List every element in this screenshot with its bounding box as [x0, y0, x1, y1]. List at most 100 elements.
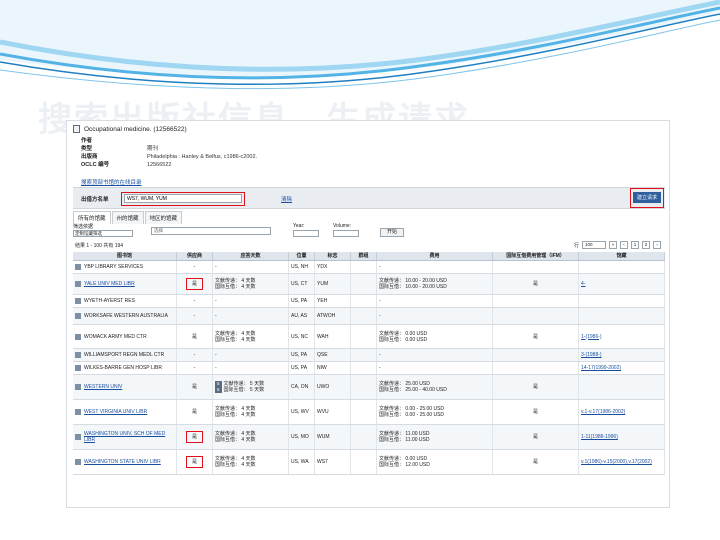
- supplier-highlight: 是: [185, 278, 203, 290]
- library-name[interactable]: WASHINGTON UNIV, SCH OF MED LIBR: [84, 431, 174, 443]
- clear-link[interactable]: 清除: [281, 195, 292, 203]
- filter-option-select[interactable]: 选择: [151, 227, 271, 235]
- symbol-cell: YEH: [315, 295, 351, 307]
- meta-row: 出版商 Philadelphia : Hanley & Belfus, c1986…: [81, 153, 381, 161]
- symbol-cell: WVU: [315, 400, 351, 424]
- results-count: 结果 1 - 100 共有 194: [75, 243, 124, 249]
- library-name[interactable]: WASHINGTON STATE UNIV LIBR: [84, 459, 161, 465]
- create-request-button[interactable]: 建立请求: [633, 192, 661, 203]
- column-header[interactable]: 标志: [315, 252, 351, 260]
- location-cell: CA, ON: [289, 375, 315, 399]
- library-icon: [75, 313, 81, 319]
- holdings-table: YBP LIBRARY SERVICES - - US, NH YDX - YA…: [73, 261, 665, 475]
- column-header[interactable]: 群组: [351, 252, 377, 260]
- loan-line: -: [215, 352, 217, 358]
- fee-cell: -: [377, 295, 493, 307]
- supplier-cell: -: [177, 295, 213, 307]
- holdings-link[interactable]: 4-: [581, 281, 585, 287]
- table-row: WILKES-BARRE GEN HOSP LIBR - - US, PA NI…: [73, 362, 665, 375]
- table-row: WASHINGTON STATE UNIV LIBR 是 文献传递： 4 天数国…: [73, 450, 665, 475]
- column-header[interactable]: 应答天数: [213, 252, 289, 260]
- volume-label: Volume:: [333, 223, 352, 229]
- ifm-cell: 是: [493, 425, 579, 449]
- holdings-cell: [579, 308, 665, 324]
- next-page-icon[interactable]: ›: [653, 241, 661, 249]
- supplier-cell: -: [177, 349, 213, 361]
- holdings-link[interactable]: v.1-v.17(1986-2002): [581, 409, 625, 415]
- ifm-cell: 是: [493, 450, 579, 474]
- loan-line: -: [215, 298, 217, 304]
- go-button[interactable]: 开始: [380, 228, 404, 237]
- holdings-cell: 3-(1988-): [579, 349, 665, 361]
- column-header[interactable]: 馆藏: [579, 252, 665, 260]
- column-header[interactable]: 位置: [289, 252, 315, 260]
- fee-line: 国际互借： 0.00 USD: [379, 336, 428, 343]
- year-input[interactable]: [293, 230, 319, 237]
- response-days-cell: 5 文献传递： 5 天数 5 国际互借： 5 天数: [213, 375, 289, 399]
- response-days-cell: -: [213, 349, 289, 361]
- document-icon: [73, 125, 80, 133]
- supplier-cell: 是: [177, 450, 213, 474]
- library-name[interactable]: WEST VIRGINIA UNIV LIBR: [84, 409, 147, 415]
- column-header[interactable]: 费用: [377, 252, 493, 260]
- symbol-cell: YDX: [315, 261, 351, 273]
- holdings-cell: 1-11(1986-1996): [579, 425, 665, 449]
- response-days-cell: -: [213, 362, 289, 374]
- holdings-link[interactable]: 1-(1986-): [581, 334, 602, 340]
- location-cell: US, NC: [289, 325, 315, 348]
- fee-line: -: [379, 352, 381, 358]
- symbol-cell: QSE: [315, 349, 351, 361]
- holdings-link[interactable]: 1-11(1986-1996): [581, 434, 618, 440]
- holdings-link[interactable]: 14-17(1999-2002): [581, 365, 621, 371]
- table-row: WESTERN UNIV 是 5 文献传递： 5 天数 5 国际互借： 5 天数 CA…: [73, 375, 665, 400]
- response-days-cell: 文献传递： 4 天数 国际互借： 4 天数: [213, 274, 289, 294]
- library-icon: [75, 333, 81, 340]
- supplier-cell: -: [177, 362, 213, 374]
- column-header[interactable]: 国际互借费用管理（IFM）: [493, 252, 579, 260]
- column-header[interactable]: 供应商: [177, 252, 213, 260]
- table-row: WILLIAMSPORT REGN MEDL CTR - - US, PA QS…: [73, 349, 665, 362]
- group-cell: [351, 274, 377, 294]
- rows-label: 行: [573, 242, 579, 249]
- supplier-input[interactable]: [124, 194, 242, 203]
- loan-text: -: [215, 365, 217, 371]
- ifm-cell: 是: [493, 325, 579, 348]
- results-bar: 结果 1 - 100 共有 194 行 100 « ‹ 1 2 ›: [73, 241, 665, 251]
- holdings-link[interactable]: v.1(1986)-v.15(2000),v.17(2002): [581, 459, 652, 465]
- column-header[interactable]: 图书馆: [73, 252, 177, 260]
- volume-input[interactable]: [333, 230, 359, 237]
- filter-row: 筛选依据 定制馆藏筛选 选择 Year: Volume: 开始: [73, 223, 665, 239]
- library-name[interactable]: WESTERN UNIV: [84, 384, 122, 390]
- meta-label: 出版商: [81, 154, 98, 160]
- location-cell: US, CT: [289, 274, 315, 294]
- holdings-cell: [579, 375, 665, 399]
- fee-cell: -: [377, 349, 493, 361]
- library-name[interactable]: YALE UNIV MED LIBR: [84, 281, 135, 287]
- find-in-catalog-link[interactable]: 搜索顶部书馆的在线目录: [81, 178, 142, 186]
- supplier-cell: -: [177, 308, 213, 324]
- library-icon: [75, 365, 81, 371]
- fee-cell: -: [377, 308, 493, 324]
- fee-cell: -: [377, 362, 493, 374]
- supplier-cell: 是: [177, 274, 213, 294]
- response-days-cell: 文献传递： 4 天数 国际互借： 4 天数: [213, 425, 289, 449]
- supplier-cell: -: [177, 261, 213, 273]
- prev-page-icon[interactable]: ‹: [620, 241, 628, 249]
- loan-text: 国际互借： 4 天数: [215, 412, 256, 418]
- rows-per-page-select[interactable]: 100: [582, 241, 606, 249]
- filter-select[interactable]: 定制馆藏筛选: [73, 230, 133, 237]
- library-cell: WESTERN UNIV: [73, 375, 177, 399]
- holdings-cell: 4-: [579, 274, 665, 294]
- page-next[interactable]: 2: [642, 241, 650, 249]
- supplier-bar: 出借方名单 清除 建立请求: [73, 187, 665, 209]
- first-page-icon[interactable]: «: [609, 241, 617, 249]
- loan-line: 5 国际互借： 5 天数: [215, 387, 264, 393]
- holdings-link[interactable]: 3-(1988-): [581, 352, 602, 358]
- group-cell: [351, 325, 377, 348]
- page-current[interactable]: 1: [631, 241, 639, 249]
- filter-label: 筛选依据: [73, 224, 94, 230]
- table-row: WORKSAFE WESTERN AUSTRALIA - - AU, AS AT…: [73, 308, 665, 325]
- library-cell: YBP LIBRARY SERVICES: [73, 261, 177, 273]
- library-name: WYETH-AYERST RES: [84, 298, 135, 304]
- supplier-cell: 是: [177, 400, 213, 424]
